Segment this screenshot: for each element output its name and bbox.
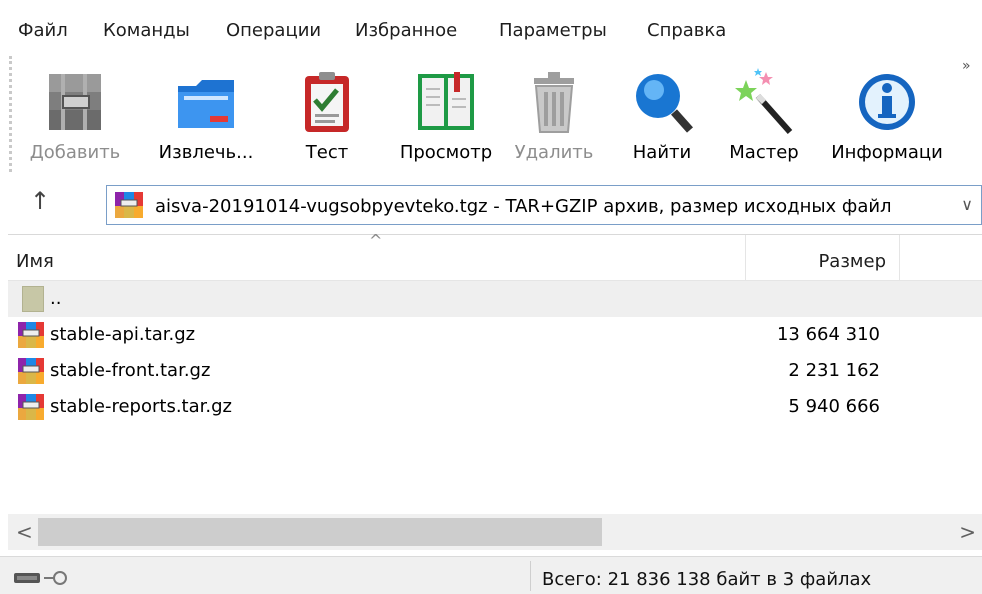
status-bar: Всего: 21 836 138 байт в 3 файлах bbox=[0, 556, 982, 594]
folder-extract-icon bbox=[178, 80, 234, 128]
table-row[interactable]: stable-front.tar.gz 2 231 162 bbox=[8, 353, 982, 389]
row-name: stable-front.tar.gz bbox=[50, 360, 211, 381]
delete-label: Удалить bbox=[514, 142, 594, 163]
extract-button[interactable]: Извлечь... bbox=[150, 62, 262, 174]
table-row[interactable]: stable-reports.tar.gz 5 940 666 bbox=[8, 389, 982, 425]
winrar-archive-icon bbox=[18, 358, 44, 384]
scroll-right-icon[interactable]: > bbox=[959, 520, 976, 544]
add-label: Добавить bbox=[29, 142, 121, 163]
address-text: aisva-20191014-vugsobpyevteko.tgz - TAR+… bbox=[155, 196, 892, 217]
find-label: Найти bbox=[632, 142, 692, 163]
drive-key-icon bbox=[14, 571, 67, 585]
column-header-name[interactable]: Имя bbox=[16, 251, 54, 272]
menu-bar: Файл Команды Операции Избранное Параметр… bbox=[0, 0, 982, 46]
trash-icon bbox=[534, 72, 574, 133]
column-divider[interactable] bbox=[899, 235, 900, 281]
address-dropdown-icon[interactable]: ∨ bbox=[961, 195, 973, 214]
winrar-archive-icon bbox=[115, 192, 143, 218]
view-button[interactable]: Просмотр bbox=[388, 62, 504, 174]
toolbar-overflow-icon[interactable]: » bbox=[962, 58, 971, 74]
menu-options[interactable]: Параметры bbox=[499, 20, 607, 41]
book-view-icon bbox=[418, 72, 474, 130]
info-button[interactable]: Информаци bbox=[820, 62, 954, 174]
wizard-button[interactable]: Мастер bbox=[724, 62, 804, 174]
row-name: .. bbox=[50, 288, 62, 309]
view-label: Просмотр bbox=[399, 142, 493, 163]
magnifier-icon bbox=[636, 74, 693, 133]
archive-add-icon bbox=[49, 74, 101, 130]
row-size: 13 664 310 bbox=[776, 324, 880, 345]
status-divider bbox=[530, 561, 531, 591]
scroll-thumb[interactable] bbox=[38, 518, 602, 546]
menu-favorites[interactable]: Избранное bbox=[355, 20, 457, 41]
status-summary: Всего: 21 836 138 байт в 3 файлах bbox=[542, 569, 872, 590]
menu-file[interactable]: Файл bbox=[18, 20, 68, 41]
row-name: stable-api.tar.gz bbox=[50, 324, 196, 345]
delete-button[interactable]: Удалить bbox=[508, 62, 600, 174]
row-size: 5 940 666 bbox=[788, 396, 880, 417]
info-label: Информаци bbox=[831, 142, 943, 163]
wizard-label: Мастер bbox=[729, 142, 799, 163]
magic-wand-icon bbox=[735, 68, 793, 134]
test-label: Тест bbox=[305, 142, 349, 163]
parent-folder-icon bbox=[22, 286, 44, 312]
scroll-left-icon[interactable]: < bbox=[16, 520, 33, 544]
table-row[interactable]: stable-api.tar.gz 13 664 310 bbox=[8, 317, 982, 353]
extract-label: Извлечь... bbox=[158, 142, 254, 163]
row-size: 2 231 162 bbox=[788, 360, 880, 381]
add-button[interactable]: Добавить bbox=[16, 62, 134, 174]
toolbar: Добавить Извлечь... Тест Просмотр Удалит… bbox=[9, 56, 982, 172]
test-button[interactable]: Тест bbox=[284, 62, 370, 174]
winrar-archive-icon bbox=[18, 394, 44, 420]
table-row-parent[interactable]: .. bbox=[8, 281, 982, 317]
file-list: ^ Имя Размер .. stable-api.tar.gz 13 664… bbox=[8, 231, 982, 554]
row-name: stable-reports.tar.gz bbox=[50, 396, 232, 417]
menu-help[interactable]: Справка bbox=[647, 20, 726, 41]
up-folder-button[interactable]: ↑ bbox=[30, 187, 50, 215]
column-divider[interactable] bbox=[745, 235, 746, 281]
horizontal-scrollbar[interactable]: < > bbox=[8, 514, 982, 550]
sort-caret-icon: ^ bbox=[369, 231, 383, 250]
info-icon bbox=[859, 74, 915, 130]
column-header-size[interactable]: Размер bbox=[818, 251, 886, 272]
winrar-archive-icon bbox=[18, 322, 44, 348]
menu-operations[interactable]: Операции bbox=[226, 20, 321, 41]
address-row: ↑ aisva-20191014-vugsobpyevteko.tgz - TA… bbox=[0, 182, 982, 230]
list-header: ^ Имя Размер bbox=[8, 231, 982, 281]
address-field[interactable]: aisva-20191014-vugsobpyevteko.tgz - TAR+… bbox=[106, 185, 982, 225]
menu-commands[interactable]: Команды bbox=[103, 20, 190, 41]
clipboard-check-icon bbox=[305, 72, 349, 132]
find-button[interactable]: Найти bbox=[620, 62, 704, 174]
